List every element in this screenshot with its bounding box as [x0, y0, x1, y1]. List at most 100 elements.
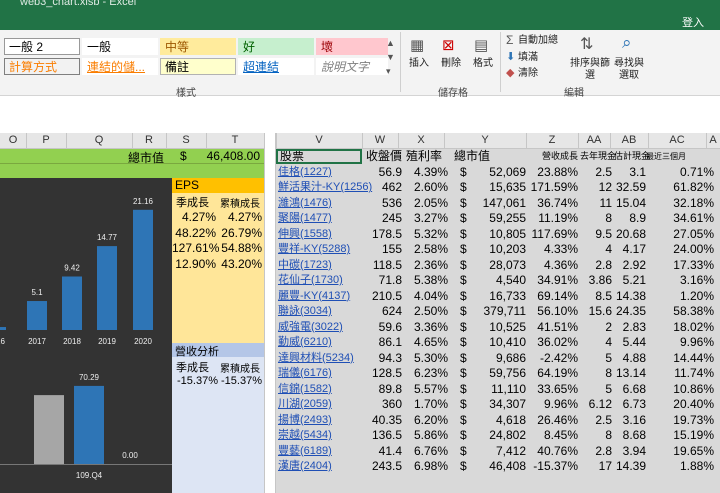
- gallery-up-icon[interactable]: ▲: [386, 38, 395, 48]
- column-header-v[interactable]: V: [276, 134, 362, 146]
- table-cell: 6.73: [622, 397, 646, 411]
- cell-style-9[interactable]: 超連結: [238, 58, 314, 75]
- delete-cells-icon[interactable]: ⊠: [442, 36, 455, 54]
- column-header-x[interactable]: X: [398, 134, 444, 146]
- cell-style-1[interactable]: 一般 2: [4, 38, 80, 55]
- table-cell: 24,802: [489, 428, 526, 442]
- column-header-p[interactable]: P: [26, 134, 66, 146]
- table-row: 瑞儀(6176) 128.5 6.23% $59,756 64.19% 8 13.14 11.…: [276, 366, 720, 382]
- table-cell: 171.59%: [530, 180, 578, 194]
- stock-link[interactable]: 佳格(1227): [278, 165, 360, 180]
- fill-icon[interactable]: ⬇: [506, 50, 515, 63]
- format-cells-icon[interactable]: ▤: [474, 36, 488, 54]
- table-cell: 3.16%: [679, 273, 714, 287]
- column-header-r[interactable]: R: [132, 134, 166, 146]
- stock-link[interactable]: 豐祥-KY(5288): [278, 242, 360, 257]
- column-header-aa[interactable]: AA: [578, 134, 610, 146]
- revenue-quarter-growth: -15.37%: [177, 375, 218, 387]
- sort-filter-icon[interactable]: ⇅: [580, 34, 593, 54]
- column-header-z[interactable]: Z: [526, 134, 578, 146]
- table-cell: 13.14: [615, 366, 646, 380]
- stock-link[interactable]: 花仙子(1730): [278, 273, 360, 288]
- clear-button[interactable]: 清除: [518, 68, 538, 80]
- table-cell: 61.82%: [673, 180, 714, 194]
- table-cell: 17.33%: [673, 257, 714, 272]
- table-cell: 28,073: [489, 257, 526, 272]
- column-header-w[interactable]: W: [362, 134, 398, 146]
- cell-style-10[interactable]: 說明文字: [316, 58, 388, 75]
- stock-link[interactable]: 崇越(5434): [278, 428, 360, 443]
- column-header-s[interactable]: S: [166, 134, 206, 146]
- stock-link[interactable]: 威強電(3022): [278, 320, 360, 335]
- table-row: 聚陽(1477) 245 3.27% $59,255 11.19% 8 8.9 34.61%: [276, 211, 720, 227]
- stock-link[interactable]: 揚博(2493): [278, 413, 360, 428]
- table-cell: 3.1: [629, 164, 646, 179]
- cell-style-8[interactable]: 備註: [160, 58, 236, 75]
- eps-header-quarter: 季成長: [176, 197, 209, 209]
- search-icon[interactable]: ⌕: [622, 33, 632, 53]
- cell-style-4[interactable]: 好: [238, 38, 314, 55]
- stock-link[interactable]: 濰鴻(1476): [278, 196, 360, 211]
- cell-style-7[interactable]: 連結的儲...: [82, 58, 158, 75]
- stock-link[interactable]: 漢唐(2404): [278, 459, 360, 474]
- table-row: 威強電(3022) 59.6 3.36% $10,525 41.51% 2 2.83 18.0…: [276, 320, 720, 336]
- clear-icon[interactable]: ◆: [506, 66, 514, 79]
- column-header-ab[interactable]: AB: [610, 134, 648, 146]
- revenue-header-quarter: 季成長: [176, 362, 209, 374]
- axis-line: [0, 464, 172, 465]
- table-cell: 4,540: [495, 273, 526, 287]
- stock-link[interactable]: 聯詠(3034): [278, 304, 360, 319]
- fill-button[interactable]: 填滿: [518, 52, 538, 64]
- eps-header-cumulative: 累積成長: [220, 199, 260, 210]
- stock-link[interactable]: 豐藝(6189): [278, 444, 360, 459]
- column-title: 最近三個月: [646, 152, 686, 161]
- delete-button[interactable]: 刪除: [436, 58, 466, 70]
- column-header-ac[interactable]: AC: [648, 134, 706, 146]
- sort-filter-button[interactable]: 排序與篩選: [566, 58, 614, 82]
- cell-style-2[interactable]: 一般: [82, 38, 158, 55]
- eps-cumulative-growth: 26.79%: [221, 225, 262, 240]
- column-header-o[interactable]: O: [0, 134, 26, 146]
- cell-style-6[interactable]: 計算方式: [4, 58, 80, 75]
- table-cell: 2.8: [595, 443, 612, 458]
- stock-link[interactable]: 伸興(1558): [278, 227, 360, 242]
- stock-link[interactable]: 勤威(6210): [278, 335, 360, 350]
- table-cell: 2.92: [622, 257, 646, 272]
- cell-style-3[interactable]: 中等: [160, 38, 236, 55]
- column-header-y[interactable]: Y: [444, 134, 526, 146]
- autosum-button[interactable]: 自動加總: [518, 35, 558, 47]
- stock-link[interactable]: 麗豐-KY(4137): [278, 289, 360, 304]
- column-header-t[interactable]: T: [206, 134, 264, 146]
- table-row: 鮮活果汁-KY(1256) 462 2.60% $15,635 171.59% 12 32.…: [276, 180, 720, 196]
- insert-button[interactable]: 插入: [404, 58, 434, 70]
- table-cell: 6.12: [588, 397, 612, 411]
- market-cap-value: 46,408.00: [206, 149, 260, 163]
- stock-link[interactable]: 信錦(1582): [278, 382, 360, 397]
- insert-cells-icon[interactable]: ▦: [410, 36, 424, 54]
- format-button[interactable]: 格式: [468, 58, 498, 70]
- stock-link[interactable]: 瑞儀(6176): [278, 366, 360, 381]
- bar-2018: [62, 276, 82, 330]
- pane-divider[interactable]: [264, 133, 276, 493]
- table-row: 達興材料(5234) 94.3 5.30% $9,686 -2.42% 5 4.88 14.4…: [276, 351, 720, 367]
- login-button[interactable]: 登入: [682, 14, 704, 30]
- selected-cell[interactable]: [276, 149, 362, 164]
- stock-link[interactable]: 鮮活果汁-KY(1256): [278, 180, 372, 195]
- table-cell: 8: [605, 428, 612, 442]
- table-cell: 27.05%: [673, 226, 714, 241]
- cell-style-5[interactable]: 壞: [316, 38, 388, 55]
- table-cell: 5.32%: [413, 226, 448, 241]
- autosum-icon[interactable]: Σ: [506, 33, 513, 47]
- stock-link[interactable]: 中碳(1723): [278, 258, 360, 273]
- gallery-down-icon[interactable]: ▼: [386, 52, 395, 62]
- find-select-button[interactable]: 尋找與選取: [614, 58, 644, 82]
- stock-link[interactable]: 聚陽(1477): [278, 211, 360, 226]
- stock-link[interactable]: 達興材料(5234): [278, 351, 360, 366]
- stock-link[interactable]: 川湖(2059): [278, 397, 360, 412]
- gallery-more-icon[interactable]: ▾: [386, 66, 391, 77]
- bar-2016: [0, 327, 6, 330]
- eps-quarter-growth: 4.27%: [181, 210, 216, 224]
- table-row: 聯詠(3034) 624 2.50% $379,711 56.10% 15.6 24.35 5…: [276, 304, 720, 320]
- column-header-a[interactable]: A: [706, 134, 720, 146]
- column-header-q[interactable]: Q: [66, 134, 132, 146]
